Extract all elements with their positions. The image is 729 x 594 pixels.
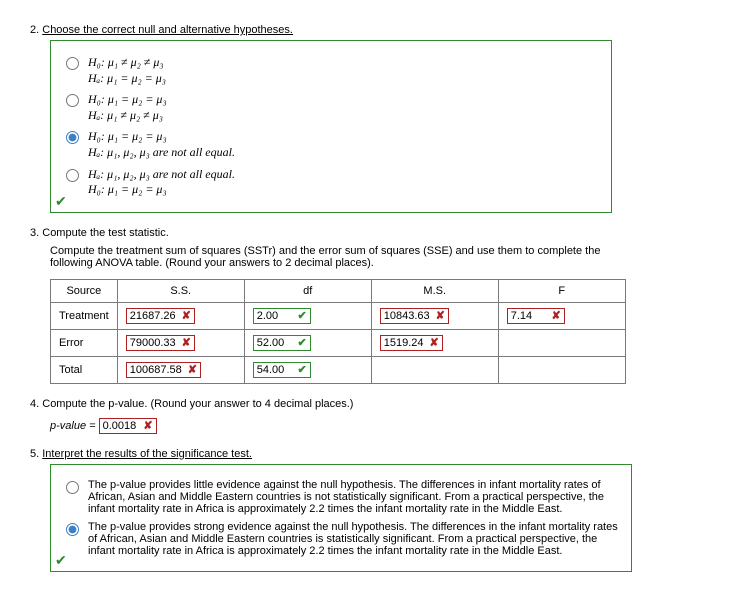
q4-prompt: 4. Compute the p-value. (Round your answ… (30, 398, 699, 410)
pvalue-field[interactable]: 0.0018✘ (99, 418, 157, 434)
x-icon: ✘ (143, 419, 152, 432)
table-row: Error 79000.33✘ 52.00✔ 1519.24✘ (51, 329, 626, 356)
q2-option-3[interactable]: H₀: μ₁ = μ₂ = μ₃ Hₐ: μ₁, μ₂, μ₃ are not … (61, 129, 601, 160)
anova-table: Source S.S. df M.S. F Treatment 21687.26… (50, 279, 626, 384)
check-icon: ✔ (55, 552, 67, 569)
table-row: Treatment 21687.26✘ 2.00✔ 10843.63✘ 7.14… (51, 302, 626, 329)
table-row: Total 100687.58✘ 54.00✔ (51, 356, 626, 383)
q5-option-box: The p-value provides little evidence aga… (50, 464, 632, 572)
q5-option-1[interactable]: The p-value provides little evidence aga… (61, 479, 621, 515)
q3-detail: Compute the treatment sum of squares (SS… (50, 245, 640, 269)
cell-total-ss[interactable]: 100687.58✘ (126, 362, 201, 378)
x-icon: ✘ (552, 309, 561, 322)
check-icon: ✔ (298, 336, 307, 349)
q2-option-box: H₀: μ₁ ≠ μ₂ ≠ μ₃ Hₐ: μ₁ = μ₂ = μ₃ H₀: μ₁… (50, 40, 612, 213)
cell-total-df[interactable]: 54.00✔ (253, 362, 311, 378)
x-icon: ✘ (182, 309, 191, 322)
q5-option-2-text: The p-value provides strong evidence aga… (88, 521, 621, 557)
cell-treatment-f[interactable]: 7.14✘ (507, 308, 565, 324)
x-icon: ✘ (182, 336, 191, 349)
q2-radio-2[interactable] (66, 94, 79, 107)
q3-prompt: 3. Compute the test statistic. (30, 227, 699, 239)
q2-option-1[interactable]: H₀: μ₁ ≠ μ₂ ≠ μ₃ Hₐ: μ₁ = μ₂ = μ₃ (61, 55, 601, 86)
check-icon: ✔ (298, 309, 307, 322)
x-icon: ✘ (188, 363, 197, 376)
pvalue-line: p-value = 0.0018✘ (50, 418, 699, 434)
cell-treatment-df[interactable]: 2.00✔ (253, 308, 311, 324)
q2-radio-3[interactable] (66, 131, 79, 144)
cell-treatment-ss[interactable]: 21687.26✘ (126, 308, 195, 324)
cell-error-df[interactable]: 52.00✔ (253, 335, 311, 351)
check-icon: ✔ (298, 363, 307, 376)
q2-option-2[interactable]: H₀: μ₁ = μ₂ = μ₃ Hₐ: μ₁ ≠ μ₂ ≠ μ₃ (61, 92, 601, 123)
q2-radio-4[interactable] (66, 169, 79, 182)
x-icon: ✘ (430, 336, 439, 349)
check-icon: ✔ (55, 193, 67, 210)
cell-treatment-ms[interactable]: 10843.63✘ (380, 308, 449, 324)
q5-prompt: 5. Interpret the results of the signific… (30, 448, 699, 460)
q5-radio-1[interactable] (66, 481, 79, 494)
q5-option-2[interactable]: The p-value provides strong evidence aga… (61, 521, 621, 557)
q5-radio-2[interactable] (66, 523, 79, 536)
table-header-row: Source S.S. df M.S. F (51, 279, 626, 302)
q5-option-1-text: The p-value provides little evidence aga… (88, 479, 621, 515)
q2-radio-1[interactable] (66, 57, 79, 70)
q2-option-4[interactable]: Hₐ: μ₁, μ₂, μ₃ are not all equal. H₀: μ₁… (61, 167, 601, 198)
x-icon: ✘ (436, 309, 445, 322)
q2-prompt: 2. Choose the correct null and alternati… (30, 24, 699, 36)
cell-error-ms[interactable]: 1519.24✘ (380, 335, 443, 351)
cell-error-ss[interactable]: 79000.33✘ (126, 335, 195, 351)
